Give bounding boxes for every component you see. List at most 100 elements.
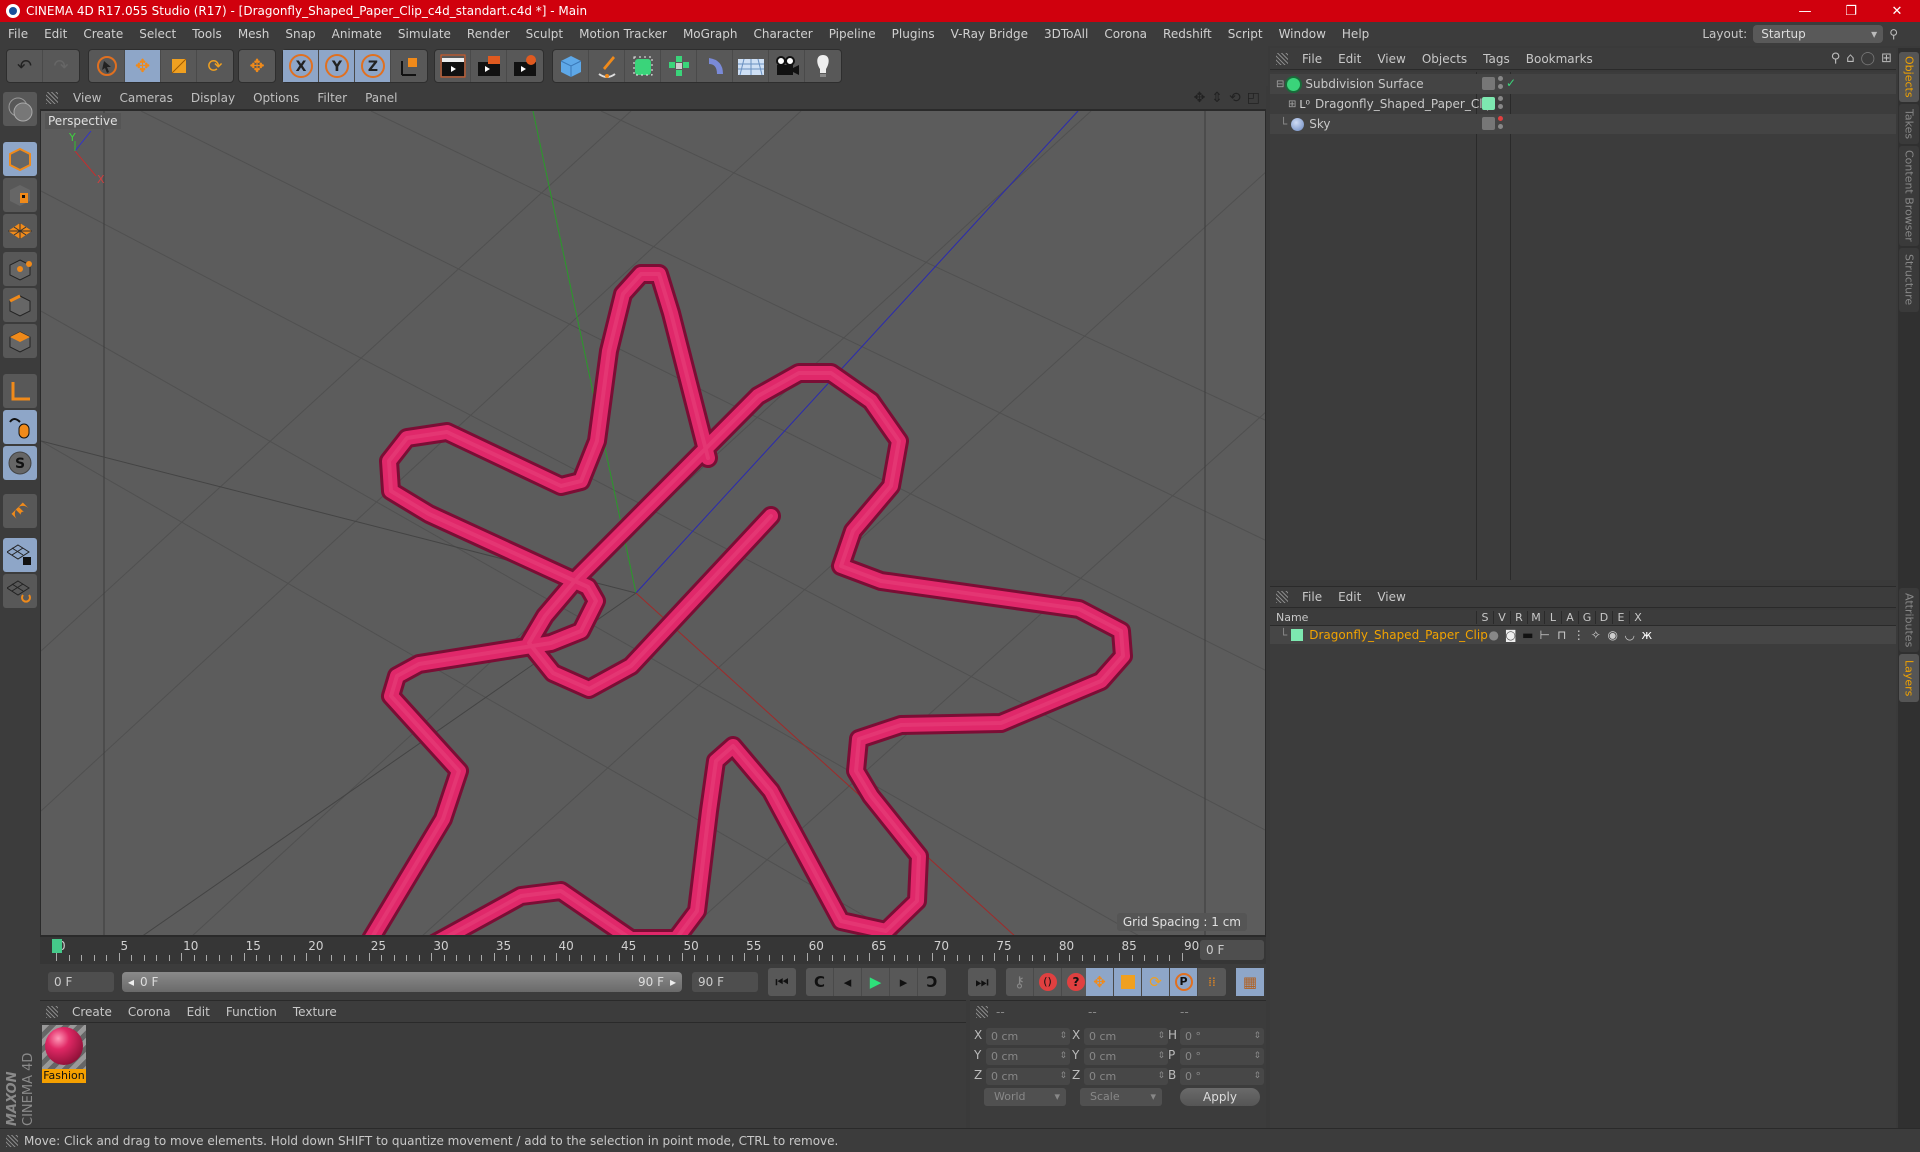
size-z-field[interactable]: 0 cm <box>1084 1068 1168 1085</box>
locked-workplane-icon[interactable] <box>3 538 37 572</box>
material-menu-function[interactable]: Function <box>218 1005 285 1019</box>
menu-mesh[interactable]: Mesh <box>230 27 278 41</box>
menu-snap[interactable]: Snap <box>277 27 323 41</box>
minimize-button[interactable]: — <box>1782 0 1828 22</box>
autokey-icon[interactable]: () <box>1034 968 1062 996</box>
viewport-menu-cameras[interactable]: Cameras <box>110 91 181 105</box>
position-x-field[interactable]: 0 cm <box>986 1028 1070 1045</box>
animation-toggle-icon[interactable]: ⋮ <box>1570 628 1587 642</box>
viewport-menu-display[interactable]: Display <box>182 91 244 105</box>
undo-icon[interactable]: ↶ <box>7 50 43 82</box>
move-icon[interactable]: ✥ <box>125 50 161 82</box>
param-track-icon[interactable]: P <box>1170 968 1198 996</box>
size-mode-dropdown[interactable]: Scale <box>1080 1088 1162 1106</box>
material-menu-corona[interactable]: Corona <box>120 1005 179 1019</box>
light-icon[interactable] <box>805 50 841 82</box>
column-manager[interactable]: M <box>1527 611 1544 624</box>
recent-tool-icon[interactable]: ✥ <box>239 50 275 82</box>
y-axis-lock-icon[interactable]: Y <box>319 50 355 82</box>
close-button[interactable]: ✕ <box>1874 0 1920 22</box>
column-solo[interactable]: S <box>1476 611 1493 624</box>
rotate-track-icon[interactable]: ⟳ <box>1142 968 1170 996</box>
camera-icon[interactable] <box>769 50 805 82</box>
subdivision-surface-icon[interactable] <box>625 50 661 82</box>
tab-objects[interactable]: Objects <box>1899 52 1919 102</box>
lock-toggle-icon[interactable]: ⊓ <box>1553 628 1570 642</box>
menu-tools[interactable]: Tools <box>184 27 230 41</box>
move-track-icon[interactable]: ✥ <box>1086 968 1114 996</box>
generators-toggle-icon[interactable]: ✧ <box>1587 628 1604 642</box>
axis-mode-icon[interactable] <box>3 374 37 408</box>
object-row-subdivision-surface[interactable]: ⊟ Subdivision Surface ✓ <box>1270 74 1896 94</box>
start-frame-field[interactable]: 0 F <box>48 972 114 992</box>
panel-grip-icon[interactable] <box>1276 52 1288 65</box>
coordinate-system-icon[interactable] <box>391 50 427 82</box>
rotation-p-field[interactable]: 0 ° <box>1180 1048 1264 1065</box>
visible-toggle-icon[interactable]: ◙ <box>1502 628 1519 642</box>
z-axis-lock-icon[interactable]: Z <box>355 50 391 82</box>
cube-primitive-icon[interactable] <box>553 50 589 82</box>
panel-grip-icon[interactable] <box>1276 591 1288 603</box>
render-toggle-icon[interactable]: ▬ <box>1519 628 1536 642</box>
render-settings-icon[interactable] <box>507 50 543 82</box>
scale-icon[interactable] <box>161 50 197 82</box>
menu-help[interactable]: Help <box>1334 27 1377 41</box>
tab-attributes[interactable]: Attributes <box>1899 588 1919 652</box>
playhead[interactable] <box>52 939 62 953</box>
column-locked[interactable]: L <box>1544 611 1561 624</box>
rotate-icon[interactable]: ⟳ <box>197 50 233 82</box>
go-to-end-icon[interactable]: ⏭ <box>968 968 996 996</box>
viewport-menu-view[interactable]: View <box>64 91 110 105</box>
enabled-check-icon[interactable]: ✓ <box>1506 76 1516 90</box>
layer-row[interactable]: └ Dragonfly_Shaped_Paper_Clip ● ◙ ▬ ⊢ ⊓ … <box>1270 626 1896 644</box>
size-x-field[interactable]: 0 cm <box>1084 1028 1168 1045</box>
column-animation[interactable]: A <box>1561 611 1578 624</box>
menu-sculpt[interactable]: Sculpt <box>518 27 571 41</box>
snapping-icon[interactable] <box>3 494 37 528</box>
collapse-icon[interactable]: ⊟ <box>1276 79 1284 90</box>
object-menu-objects[interactable]: Objects <box>1414 52 1475 66</box>
previous-frame-icon[interactable]: ◂ <box>834 968 862 996</box>
editor-visibility-icon[interactable] <box>1482 117 1495 130</box>
object-row-sky[interactable]: └ Sky <box>1270 114 1896 134</box>
apply-button[interactable]: Apply <box>1180 1088 1260 1106</box>
spline-pen-icon[interactable] <box>589 50 625 82</box>
layer-color-swatch[interactable] <box>1291 629 1304 641</box>
new-window-icon[interactable]: ⊞ <box>1881 51 1892 66</box>
menu-animate[interactable]: Animate <box>324 27 390 41</box>
next-key-icon[interactable]: Ↄ <box>918 968 946 996</box>
go-to-start-icon[interactable]: ⏮ <box>768 968 796 996</box>
frame-ruler[interactable]: 051015202530354045505560657075808590 <box>52 937 1200 965</box>
panel-grip-icon[interactable] <box>46 91 58 104</box>
search-icon[interactable]: ⚲ <box>1831 51 1841 66</box>
column-xrefs[interactable]: X <box>1629 611 1646 624</box>
dragonfly-paper-clip-model[interactable] <box>371 274 1123 936</box>
solo-toggle-icon[interactable]: ● <box>1485 628 1502 642</box>
render-view-icon[interactable] <box>435 50 471 82</box>
expand-icon[interactable]: ⊞ <box>1288 99 1296 110</box>
polygons-mode-icon[interactable] <box>3 324 37 358</box>
column-visible[interactable]: V <box>1493 611 1510 624</box>
menu-file[interactable]: File <box>0 27 36 41</box>
make-editable-icon[interactable] <box>3 92 37 126</box>
rotation-h-field[interactable]: 0 ° <box>1180 1028 1264 1045</box>
manager-toggle-icon[interactable]: ⊢ <box>1536 628 1553 642</box>
timeline-ruler[interactable]: 051015202530354045505560657075808590 0 F <box>40 936 1266 964</box>
current-frame-field[interactable]: 0 F <box>1200 940 1264 960</box>
workplane-mode-icon[interactable] <box>3 214 37 248</box>
maximize-viewport-icon[interactable]: ◰ <box>1247 90 1260 106</box>
orbit-icon[interactable]: ⟲ <box>1229 90 1241 106</box>
menu-3dtoall[interactable]: 3DToAll <box>1036 27 1096 41</box>
preview-range-slider[interactable]: ◂ 0 F 90 F ▸ <box>122 972 682 992</box>
editor-visibility-icon[interactable] <box>1482 77 1495 90</box>
tab-structure[interactable]: Structure <box>1899 248 1919 312</box>
column-generators[interactable]: G <box>1578 611 1595 624</box>
layer-menu-edit[interactable]: Edit <box>1330 590 1369 604</box>
material-menu-edit[interactable]: Edit <box>179 1005 218 1019</box>
model-mode-icon[interactable] <box>3 142 37 176</box>
object-menu-edit[interactable]: Edit <box>1330 52 1369 66</box>
column-name[interactable]: Name <box>1270 611 1476 624</box>
redo-icon[interactable]: ↷ <box>43 50 79 82</box>
layer-menu-file[interactable]: File <box>1294 590 1330 604</box>
column-render[interactable]: R <box>1510 611 1527 624</box>
